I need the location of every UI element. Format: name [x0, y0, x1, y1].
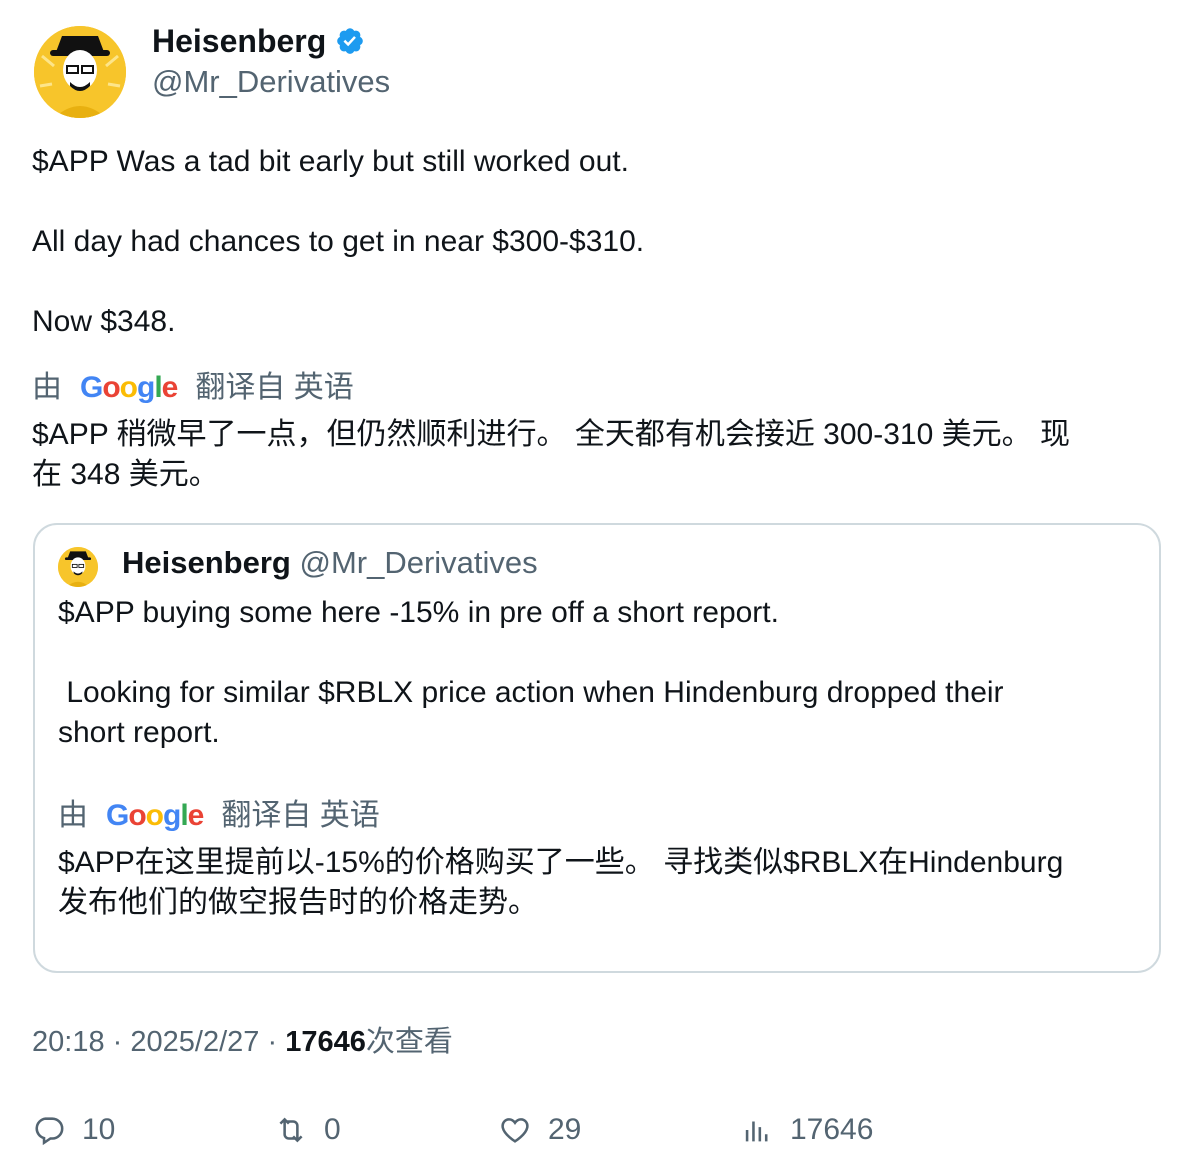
view-count: 17646 — [285, 1026, 366, 1058]
author-name-row[interactable]: Heisenberg — [152, 20, 365, 62]
reply-icon — [35, 1117, 64, 1146]
view-count-label: 次查看 — [365, 1026, 453, 1058]
quoted-translated-by-google: 由 Google 翻译自 英语 — [58, 796, 380, 836]
quoted-author-row: Heisenberg @Mr_Derivatives — [122, 543, 538, 583]
views-count: 17646 — [790, 1113, 874, 1146]
like-count: 29 — [548, 1113, 582, 1146]
retweet-count: 0 — [324, 1113, 341, 1146]
tweet-date[interactable]: 2025/2/27 — [130, 1026, 259, 1058]
translate-suffix: 翻译自 英语 — [195, 371, 354, 404]
tweet-meta: 20:18 · 2025/2/27 · 17646次查看 — [32, 1022, 453, 1062]
quoted-text-line-3: short report. — [58, 716, 220, 749]
heisenberg-avatar-art — [34, 26, 126, 118]
google-logo: Google — [80, 371, 178, 404]
quoted-text-line-1: $APP buying some here -15% in pre off a … — [58, 596, 779, 629]
author-handle[interactable]: @Mr_Derivatives — [152, 62, 390, 102]
like-button[interactable]: 29 — [498, 1110, 581, 1150]
author-name[interactable]: Heisenberg — [152, 20, 326, 62]
retweet-button[interactable]: 0 — [274, 1110, 341, 1150]
translated-text-line-1: $APP 稍微早了一点，但仍然顺利进行。 全天都有机会接近 300-310 美元… — [32, 418, 1070, 451]
retweet-icon — [279, 1117, 303, 1143]
tweet-text-line-2: All day had chances to get in near $300-… — [32, 225, 645, 258]
quoted-translate-suffix: 翻译自 英语 — [221, 799, 380, 832]
like-icon — [501, 1118, 529, 1143]
reply-count: 10 — [82, 1113, 116, 1146]
quoted-text-line-2: Looking for similar $RBLX price action w… — [58, 676, 1004, 709]
views-icon — [745, 1121, 768, 1142]
quoted-google-logo: Google — [106, 799, 204, 832]
quoted-translated-line-2: 发布他们的做空报告时的价格走势。 — [58, 886, 538, 919]
quoted-author-avatar — [58, 547, 98, 587]
meta-separator: · — [267, 1026, 278, 1058]
tweet-time[interactable]: 20:18 — [32, 1026, 105, 1058]
translated-text-line-2: 在 348 美元。 — [32, 458, 219, 491]
translate-prefix: 由 — [32, 371, 62, 404]
verified-badge-icon — [337, 28, 364, 54]
heisenberg-avatar-art-small — [58, 547, 98, 587]
reply-button[interactable]: 10 — [32, 1110, 115, 1150]
views-button[interactable]: 17646 — [740, 1110, 873, 1150]
quoted-translated-line-1: $APP在这里提前以-15%的价格购买了一些。 寻找类似$RBLX在Hinden… — [58, 846, 1064, 879]
translated-by-google: 由 Google 翻译自 英语 — [32, 368, 354, 408]
meta-separator: · — [112, 1026, 123, 1058]
tweet-text-line-3: Now $348. — [32, 305, 176, 338]
quoted-author-name: Heisenberg — [122, 545, 291, 580]
tweet-text-line-1: $APP Was a tad bit early but still worke… — [32, 145, 629, 178]
author-avatar[interactable] — [34, 26, 126, 118]
quoted-author-handle: @Mr_Derivatives — [299, 545, 538, 580]
quoted-translate-prefix: 由 — [58, 799, 88, 832]
